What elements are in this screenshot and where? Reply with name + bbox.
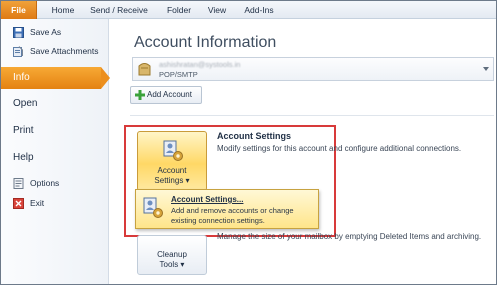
page-title: Account Information — [134, 34, 277, 51]
nav-print[interactable]: Print — [13, 122, 34, 140]
divider — [130, 115, 494, 116]
nav-save-as-label: Save As — [30, 27, 62, 37]
save-attachments-icon — [13, 45, 24, 57]
nav-options-label: Options — [30, 178, 60, 188]
cleanup-button-line1: Cleanup — [157, 250, 187, 259]
tab-file[interactable]: File — [1, 1, 37, 19]
account-settings-description: Modify settings for this account and con… — [217, 144, 462, 153]
backstage-nav: Save As Save Attachments Info Open Print… — [1, 19, 110, 284]
add-account-label: Add Account — [147, 90, 192, 99]
plus-icon — [135, 90, 145, 100]
ribbon-tabs: File Home Send / Receive Folder View Add… — [1, 1, 496, 19]
nav-options[interactable]: Options — [13, 176, 59, 190]
tab-view[interactable]: View — [203, 1, 231, 19]
account-settings-icon — [162, 139, 184, 163]
nav-open[interactable]: Open — [13, 95, 37, 113]
menu-item-title: Account Settings... — [171, 195, 244, 204]
add-account-button[interactable]: Add Account — [130, 86, 202, 104]
tab-send-receive[interactable]: Send / Receive — [87, 1, 151, 19]
account-type: POP/SMTP — [159, 70, 198, 79]
nav-save-attachments-label: Save Attachments — [30, 46, 99, 56]
cleanup-button-line2: Tools ▾ — [159, 260, 185, 269]
account-settings-title: Account Settings — [217, 131, 292, 141]
cleanup-description: Manage the size of your mailbox by empty… — [217, 232, 482, 241]
tab-folder[interactable]: Folder — [159, 1, 199, 19]
nav-exit-label: Exit — [30, 198, 45, 208]
save-as-icon — [13, 26, 24, 38]
tab-add-ins[interactable]: Add-Ins — [239, 1, 279, 19]
nav-help[interactable]: Help — [13, 149, 34, 167]
exit-icon — [13, 197, 24, 209]
account-settings-button-line2: Settings ▾ — [154, 176, 190, 185]
cleanup-tools-button[interactable]: Cleanup Tools ▾ — [137, 235, 207, 275]
options-icon — [13, 177, 24, 189]
account-settings-menu-item[interactable]: Account Settings... Add and remove accou… — [135, 189, 319, 229]
nav-exit[interactable]: Exit — [13, 196, 44, 210]
menu-item-description: Add and remove accounts or change existi… — [171, 206, 294, 225]
nav-save-as[interactable]: Save As — [13, 25, 61, 39]
tab-home[interactable]: Home — [43, 1, 83, 19]
chevron-down-icon — [483, 67, 489, 71]
account-icon — [137, 61, 152, 77]
account-email: ashishratan@systools.in — [159, 60, 241, 69]
account-settings-button[interactable]: Account Settings ▾ — [137, 131, 207, 191]
nav-save-attachments[interactable]: Save Attachments — [13, 44, 99, 58]
nav-info[interactable]: Info — [1, 67, 110, 89]
account-selector[interactable]: ashishratan@systools.in POP/SMTP — [132, 57, 494, 81]
account-settings-button-line1: Account — [157, 166, 187, 175]
outlook-backstage-window: File Home Send / Receive Folder View Add… — [0, 0, 497, 285]
account-settings-icon — [142, 196, 164, 220]
